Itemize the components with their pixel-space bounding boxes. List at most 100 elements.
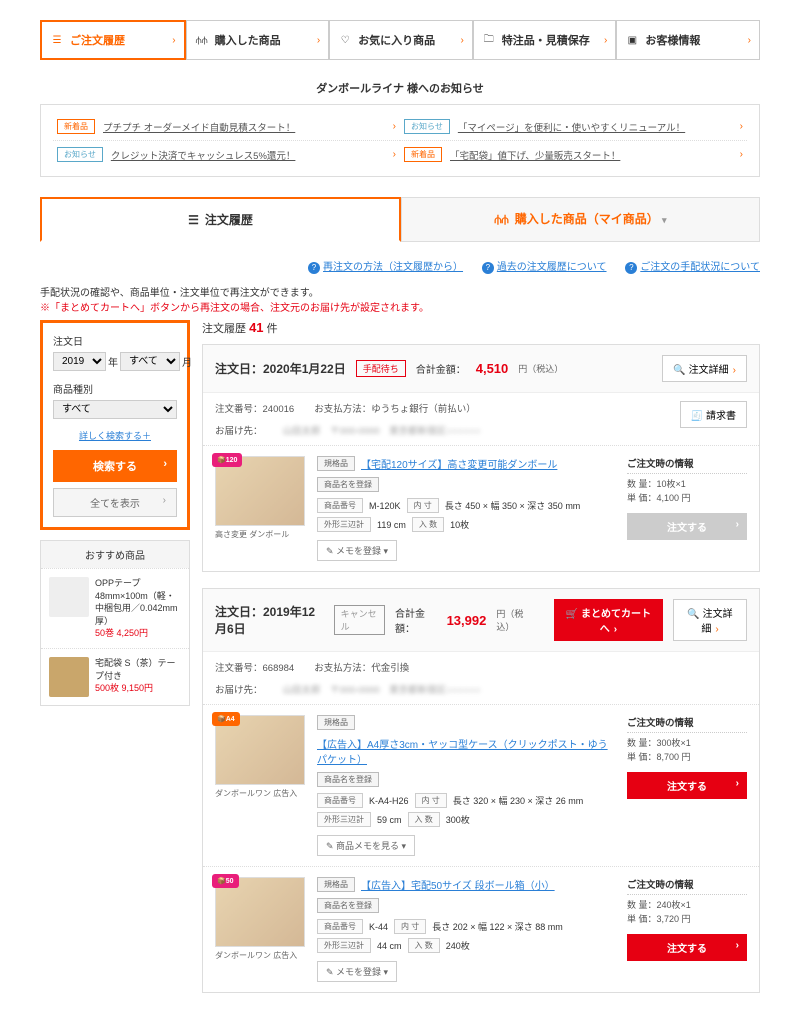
code-label: 商品番号 xyxy=(317,793,363,808)
question-icon: ? xyxy=(308,262,320,274)
nav-label: ご注文履歴 xyxy=(70,32,166,48)
notice-link[interactable]: プチプチ オーダーメイド自動見積スタート！ xyxy=(103,120,385,134)
side-price: 単 価：4,100 円 xyxy=(627,492,747,506)
show-all-button[interactable]: 全てを表示› xyxy=(53,488,177,517)
nav-label: お気に入り商品 xyxy=(358,32,454,48)
edge-label: 外形三辺計 xyxy=(317,938,371,953)
edge-label: 外形三辺計 xyxy=(317,517,371,532)
month-select[interactable]: すべて xyxy=(120,352,180,371)
order-detail-button[interactable]: 🔍 注文詳細› xyxy=(673,599,747,641)
nav-label: 特注品・見積保存 xyxy=(502,32,598,48)
product-image-col: 📦120 高さ変更 ダンボール xyxy=(215,456,305,561)
memo-button[interactable]: ✎ メモを登録 ▾ xyxy=(317,540,397,561)
chevron-right-icon: › xyxy=(740,149,743,160)
tab-order-history[interactable]: ☰注文履歴 xyxy=(40,197,401,242)
nav-tab-お気に入り商品[interactable]: ♡お気に入り商品› xyxy=(329,20,473,60)
register-name-chip[interactable]: 商品名を登録 xyxy=(317,477,379,492)
product-thumbnail[interactable]: 📦A4 xyxy=(215,715,305,785)
total-tax: 円（税込） xyxy=(496,607,533,633)
help-link-status[interactable]: ?ご注文の手配状況について xyxy=(625,262,760,273)
badge-info: お知らせ xyxy=(404,119,450,134)
code-value: K-44 xyxy=(369,922,388,932)
side-title: ご注文時の情報 xyxy=(627,877,747,895)
help-link-reorder[interactable]: ?再注文の方法（注文履歴から） xyxy=(308,262,463,273)
product-title-link[interactable]: 【宅配120サイズ】高さ変更可能ダンボール xyxy=(361,456,557,471)
product-thumbnail[interactable]: 📦50 xyxy=(215,877,305,947)
add-all-to-cart-button[interactable]: 🛒 まとめてカートへ› xyxy=(554,599,663,641)
help-link-past[interactable]: ?過去の注文履歴について xyxy=(482,262,607,273)
code-label: 商品番号 xyxy=(317,498,363,513)
chevron-right-icon: › xyxy=(163,495,166,506)
notice-item[interactable]: 新着品「宅配袋」値下げ、少量販売スタート！› xyxy=(400,141,747,168)
order-deliver: お届け先：山田太郎 〒000-0000 東京都新宿区○○○○○○ xyxy=(203,682,759,704)
list-icon: ☰ xyxy=(188,213,199,227)
notice-link[interactable]: 「宅配袋」値下げ、少量販売スタート！ xyxy=(450,148,732,162)
chevron-right-icon: › xyxy=(736,940,739,951)
deliver-to: お届け先： xyxy=(215,423,263,437)
deliver-to: お届け先： xyxy=(215,682,263,696)
chevron-right-icon: › xyxy=(317,35,320,46)
thumbnail-caption: 高さ変更 ダンボール xyxy=(215,529,305,540)
recommend-item[interactable]: OPPテープ 48mm×100m（軽・中梱包用／0.042mm厚）50巻 4,2… xyxy=(41,568,189,648)
recommend-item[interactable]: 宅配袋 S（茶）テープ付き500枚 9,150円 xyxy=(41,648,189,705)
recommend-panel: おすすめ商品 OPPテープ 48mm×100m（軽・中梱包用／0.042mm厚）… xyxy=(40,540,190,706)
order-detail-button[interactable]: 🔍 注文詳細› xyxy=(662,355,747,382)
chevron-right-icon: › xyxy=(604,35,607,46)
tab-purchased[interactable]: ⫛⫛購入した商品（マイ商品） ▾ xyxy=(401,197,760,242)
thumbnail-caption: ダンボールワン 広告入 xyxy=(215,788,305,799)
order-header: 注文日：2020年1月22日 手配待ち 合計金額： 4,510 円（税込） 🔍 … xyxy=(203,345,759,393)
chevron-right-icon: › xyxy=(748,35,751,46)
total-label: 合計金額： xyxy=(395,605,437,635)
payment-method: お支払方法：ゆうちょ銀行（前払い） xyxy=(314,401,476,415)
product-thumbnail[interactable]: 📦120 xyxy=(215,456,305,526)
product-tag: 規格品 xyxy=(317,877,355,892)
chevron-right-icon: › xyxy=(393,121,396,132)
order-button[interactable]: 注文する› xyxy=(627,772,747,799)
notice-item[interactable]: 新着品プチプチ オーダーメイド自動見積スタート！ › xyxy=(53,113,400,141)
nav-tab-購入した商品[interactable]: ⫛⫛購入した商品› xyxy=(186,20,330,60)
chevron-right-icon: › xyxy=(614,624,617,635)
notice-item[interactable]: お知らせ「マイページ」を便利に・使いやすくリニューアル！ › xyxy=(400,113,747,141)
intro-text: 手配状況の確認や、商品単位・注文単位で再注文ができます。 ※「まとめてカートへ」… xyxy=(40,284,760,314)
memo-button[interactable]: ✎ メモを登録 ▾ xyxy=(317,961,397,982)
chevron-right-icon: › xyxy=(393,149,396,160)
order-button[interactable]: 注文する› xyxy=(627,513,747,540)
chevron-right-icon: › xyxy=(733,365,736,376)
order-number: 注文番号：668984 xyxy=(215,660,294,674)
notice-title: ダンボールライナ 様へのお知らせ xyxy=(40,80,760,96)
total-tax: 円（税込） xyxy=(518,362,563,375)
detail-search-link[interactable]: 詳しく検索する＋ xyxy=(53,429,177,442)
question-icon: ? xyxy=(482,262,494,274)
notice-link[interactable]: 「マイページ」を便利に・使いやすくリニューアル！ xyxy=(458,120,732,134)
memo-button[interactable]: ✎ 商品メモを見る ▾ xyxy=(317,835,415,856)
order-number: 注文番号：240016 xyxy=(215,401,294,415)
order-button[interactable]: 注文する› xyxy=(627,934,747,961)
register-name-chip[interactable]: 商品名を登録 xyxy=(317,898,379,913)
nav-tab-お客様情報[interactable]: ▣お客様情報› xyxy=(616,20,760,60)
size-value: 長さ 450 × 幅 350 × 深さ 350 mm xyxy=(445,499,581,512)
code-value: K-A4-H26 xyxy=(369,796,409,806)
notice-item[interactable]: お知らせクレジット決済でキャッシュレス5%還元！› xyxy=(53,141,400,168)
notice-link[interactable]: クレジット決済でキャッシュレス5%還元！ xyxy=(111,148,385,162)
product-title-link[interactable]: 【広告入】A4厚さ3cm・ヤッコ型ケース（クリックポスト・ゆうパケット） xyxy=(317,736,615,766)
order-date-label: 注文日 xyxy=(53,333,177,348)
nav-tab-ご注文履歴[interactable]: ☰ご注文履歴› xyxy=(40,20,186,60)
box-icon: ⫛⫛ xyxy=(195,33,209,47)
order-date: 注文日：2020年1月22日 xyxy=(215,360,346,377)
size-value: 長さ 320 × 幅 230 × 深さ 26 mm xyxy=(453,794,584,807)
chevron-down-icon: ▾ xyxy=(662,215,667,225)
type-select[interactable]: すべて xyxy=(53,400,177,419)
register-name-chip[interactable]: 商品名を登録 xyxy=(317,772,379,787)
product-title-link[interactable]: 【広告入】宅配50サイズ 段ボール箱（小） xyxy=(361,877,555,892)
folder-icon: 🗀 xyxy=(482,33,496,47)
chevron-right-icon: › xyxy=(740,121,743,132)
year-select[interactable]: 2019 xyxy=(53,352,106,371)
order-card: 注文日：2019年12月6日 キャンセル 合計金額： 13,992 円（税込） … xyxy=(202,588,760,993)
size-label: 内 寸 xyxy=(407,498,439,513)
code-label: 商品番号 xyxy=(317,919,363,934)
product-side: ご注文時の情報 数 量：10枚×1 単 価：4,100 円 注文する› xyxy=(627,456,747,561)
nav-tab-特注品・見積保存[interactable]: 🗀 特注品・見積保存 › xyxy=(473,20,617,60)
search-button[interactable]: 検索する› xyxy=(53,450,177,482)
help-links: ?再注文の方法（注文履歴から） ?過去の注文履歴について ?ご注文の手配状況につ… xyxy=(40,258,760,274)
badge-new: 新着品 xyxy=(57,119,95,134)
